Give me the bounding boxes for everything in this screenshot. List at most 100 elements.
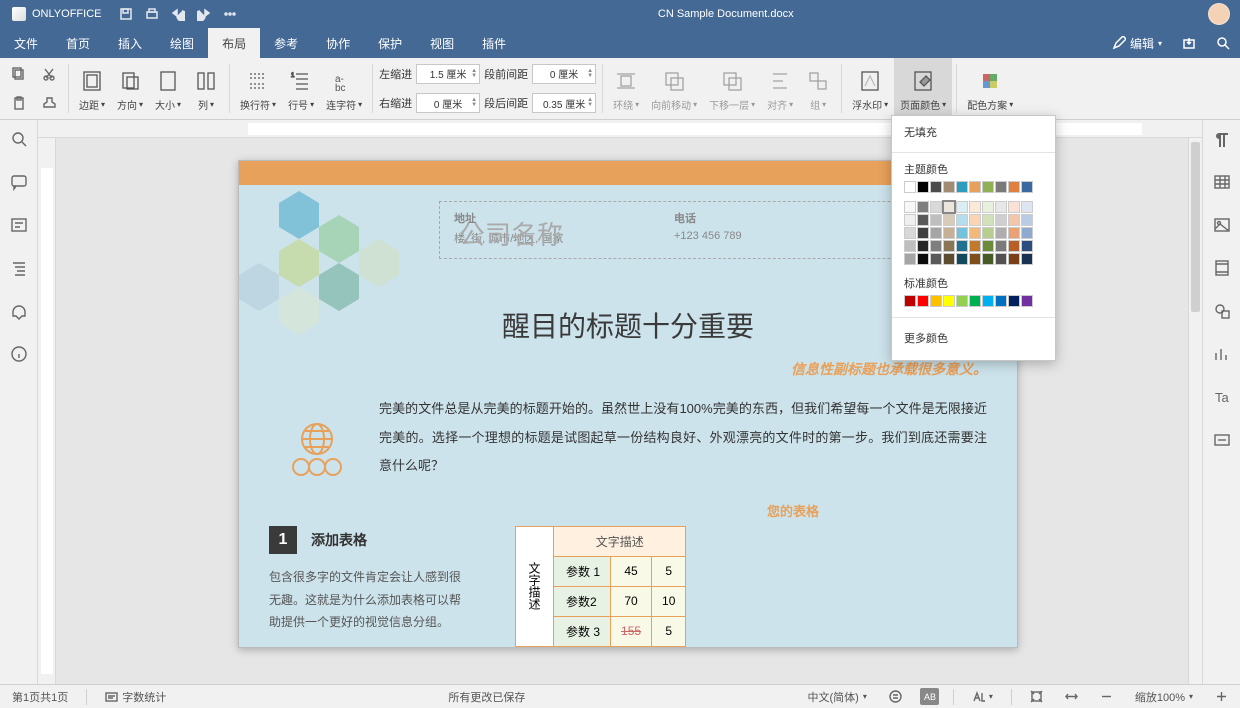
color-swatch[interactable] xyxy=(956,253,968,265)
menu-home[interactable]: 首页 xyxy=(52,28,104,58)
paste-icon[interactable] xyxy=(8,92,30,114)
color-swatch[interactable] xyxy=(904,227,916,239)
color-swatch[interactable] xyxy=(982,201,994,213)
margins-button[interactable]: 边距▾ xyxy=(73,58,111,119)
color-swatch[interactable] xyxy=(904,214,916,226)
indent-right-field[interactable]: 0 厘米▲▼ xyxy=(416,93,480,113)
color-swatch[interactable] xyxy=(943,214,955,226)
cut-icon[interactable] xyxy=(38,63,60,85)
size-button[interactable]: 大小▾ xyxy=(149,58,187,119)
shape-settings-icon[interactable] xyxy=(1213,302,1231,325)
color-swatch[interactable] xyxy=(904,295,916,307)
menu-view[interactable]: 视图 xyxy=(416,28,468,58)
color-swatch[interactable] xyxy=(995,227,1007,239)
color-swatch[interactable] xyxy=(917,214,929,226)
comments-icon[interactable] xyxy=(10,173,28,196)
color-swatch[interactable] xyxy=(982,214,994,226)
color-scheme-button[interactable]: 配色方案▾ xyxy=(961,58,1019,119)
form-settings-icon[interactable] xyxy=(1213,431,1231,454)
vertical-ruler[interactable] xyxy=(38,138,56,684)
color-swatch[interactable] xyxy=(969,214,981,226)
color-swatch[interactable] xyxy=(1021,240,1033,252)
edit-mode-button[interactable]: 编辑▾ xyxy=(1102,28,1172,58)
zoom-in-icon[interactable] xyxy=(1211,690,1232,703)
color-swatch[interactable] xyxy=(917,201,929,213)
word-count[interactable]: 字数统计 xyxy=(101,689,170,705)
color-swatch[interactable] xyxy=(1008,181,1020,193)
color-swatch[interactable] xyxy=(930,181,942,193)
color-swatch[interactable] xyxy=(930,240,942,252)
spacing-after-field[interactable]: 0.35 厘米▲▼ xyxy=(532,93,596,113)
search-icon[interactable] xyxy=(1206,28,1240,58)
find-icon[interactable] xyxy=(10,130,28,153)
spell-check-icon[interactable] xyxy=(885,690,906,703)
line-numbers-button[interactable]: 1行号▾ xyxy=(282,58,320,119)
spacing-before-field[interactable]: 0 厘米▲▼ xyxy=(532,64,596,84)
color-swatch[interactable] xyxy=(982,295,994,307)
zoom-out-icon[interactable] xyxy=(1096,690,1117,703)
header-footer-icon[interactable] xyxy=(1213,259,1231,282)
color-swatch[interactable] xyxy=(956,181,968,193)
color-swatch[interactable] xyxy=(1021,227,1033,239)
menu-insert[interactable]: 插入 xyxy=(104,28,156,58)
color-swatch[interactable] xyxy=(943,240,955,252)
feedback-icon[interactable] xyxy=(10,302,28,325)
color-swatch[interactable] xyxy=(982,181,994,193)
open-location-icon[interactable] xyxy=(1172,28,1206,58)
color-swatch[interactable] xyxy=(1008,240,1020,252)
print-icon[interactable] xyxy=(139,0,165,28)
hyphenation-button[interactable]: a-bc连字符▾ xyxy=(320,58,368,119)
fit-page-icon[interactable] xyxy=(1026,690,1047,703)
color-swatch[interactable] xyxy=(930,214,942,226)
table-settings-icon[interactable] xyxy=(1213,173,1231,196)
send-backward-button[interactable]: 下移一层▾ xyxy=(703,58,761,119)
redo-icon[interactable] xyxy=(191,0,217,28)
color-swatch[interactable] xyxy=(1008,201,1020,213)
image-settings-icon[interactable] xyxy=(1213,216,1231,239)
color-swatch[interactable] xyxy=(995,214,1007,226)
save-icon[interactable] xyxy=(113,0,139,28)
color-swatch[interactable] xyxy=(917,240,929,252)
track-changes-toggle[interactable]: ▾ xyxy=(968,690,997,703)
color-swatch[interactable] xyxy=(969,181,981,193)
color-swatch[interactable] xyxy=(982,253,994,265)
color-swatch[interactable] xyxy=(917,295,929,307)
chart-settings-icon[interactable] xyxy=(1213,345,1231,368)
color-swatch[interactable] xyxy=(1021,181,1033,193)
group-button[interactable]: 组▾ xyxy=(799,58,837,119)
color-swatch[interactable] xyxy=(1008,295,1020,307)
color-swatch[interactable] xyxy=(930,295,942,307)
color-swatch[interactable] xyxy=(969,253,981,265)
color-swatch[interactable] xyxy=(1008,214,1020,226)
color-swatch[interactable] xyxy=(956,227,968,239)
columns-button[interactable]: 列▾ xyxy=(187,58,225,119)
color-swatch[interactable] xyxy=(969,227,981,239)
color-swatch[interactable] xyxy=(1008,227,1020,239)
bring-forward-button[interactable]: 向前移动▾ xyxy=(645,58,703,119)
vertical-scrollbar[interactable] xyxy=(1188,138,1202,684)
color-swatch[interactable] xyxy=(995,253,1007,265)
color-swatch[interactable] xyxy=(956,295,968,307)
color-swatch[interactable] xyxy=(1021,214,1033,226)
color-swatch[interactable] xyxy=(943,253,955,265)
more-icon[interactable] xyxy=(217,0,243,28)
watermark-button[interactable]: 浮水印▾ xyxy=(846,58,894,119)
color-swatch[interactable] xyxy=(1021,253,1033,265)
color-swatch[interactable] xyxy=(917,227,929,239)
menu-layout[interactable]: 布局 xyxy=(208,28,260,58)
color-swatch[interactable] xyxy=(1008,253,1020,265)
color-swatch[interactable] xyxy=(995,201,1007,213)
menu-plugins[interactable]: 插件 xyxy=(468,28,520,58)
color-swatch[interactable] xyxy=(982,227,994,239)
page-color-button[interactable]: 页面颜色▾ xyxy=(894,58,952,119)
color-swatch[interactable] xyxy=(956,214,968,226)
color-swatch[interactable] xyxy=(943,201,955,213)
wrap-button[interactable]: 环绕▾ xyxy=(607,58,645,119)
color-swatch[interactable] xyxy=(969,295,981,307)
menu-file[interactable]: 文件 xyxy=(0,28,52,58)
language-selector[interactable]: 中文(简体)▾ xyxy=(804,689,871,705)
outline-icon[interactable] xyxy=(10,259,28,282)
color-swatch[interactable] xyxy=(995,240,1007,252)
color-swatch[interactable] xyxy=(930,201,942,213)
copy-icon[interactable] xyxy=(8,63,30,85)
